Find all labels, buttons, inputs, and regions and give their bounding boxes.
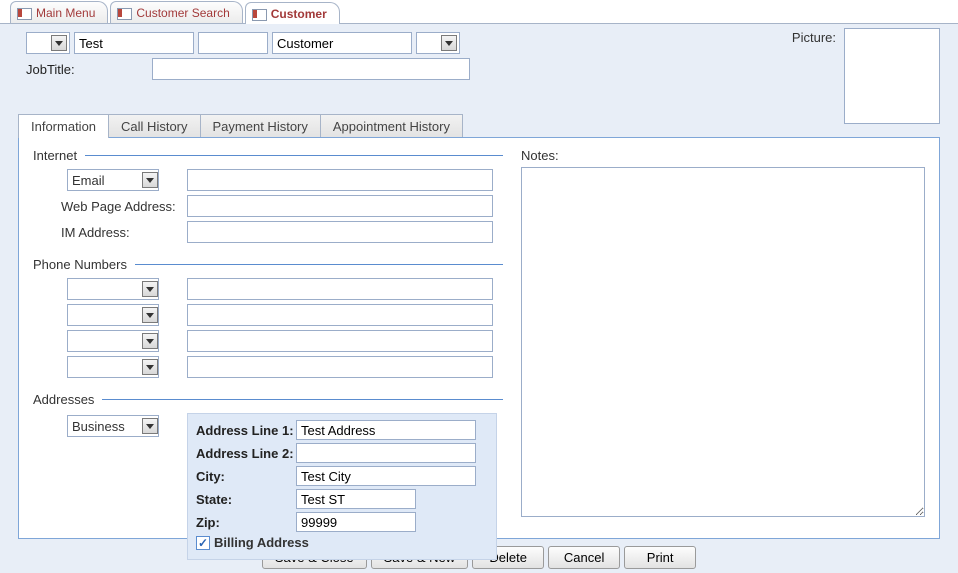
section-line — [85, 155, 503, 156]
window-tab-label: Customer — [271, 7, 327, 21]
section-line — [135, 264, 503, 265]
last-name-input[interactable] — [272, 32, 412, 54]
addresses-section-header: Addresses — [33, 392, 503, 407]
cancel-button[interactable]: Cancel — [548, 546, 620, 569]
im-label: IM Address: — [33, 225, 187, 240]
phone-type-dropdown-0[interactable] — [67, 278, 159, 300]
dropdown-arrow-icon — [142, 418, 158, 434]
suffix-dropdown[interactable] — [416, 32, 460, 54]
dropdown-arrow-icon — [142, 281, 158, 297]
tab-information[interactable]: Information — [18, 114, 109, 138]
webpage-input[interactable] — [187, 195, 493, 217]
state-input[interactable] — [296, 489, 416, 509]
email-type-dropdown[interactable]: Email — [67, 169, 159, 191]
dropdown-arrow-icon — [142, 359, 158, 375]
window-tab-label: Main Menu — [36, 6, 95, 20]
picture-label: Picture: — [792, 30, 836, 45]
zip-input[interactable] — [296, 512, 416, 532]
phone-type-dropdown-1[interactable] — [67, 304, 159, 326]
form-icon — [17, 7, 31, 19]
tab-call-history[interactable]: Call History — [108, 114, 200, 138]
phone-number-input-3[interactable] — [187, 356, 493, 378]
picture-box[interactable] — [844, 28, 940, 124]
customer-form: JobTitle: Picture: Information Call Hist… — [0, 24, 958, 573]
dropdown-arrow-icon — [51, 35, 67, 51]
detail-tabcontrol: Information Call History Payment History… — [18, 114, 940, 540]
window-tabstrip: Main Menu Customer Search Customer — [0, 0, 958, 24]
phone-section-label: Phone Numbers — [33, 257, 127, 272]
section-line — [102, 399, 503, 400]
address-line2-label: Address Line 2: — [196, 446, 296, 461]
phone-type-dropdown-3[interactable] — [67, 356, 159, 378]
address-line2-input[interactable] — [296, 443, 476, 463]
tab-page-information: Internet Email Web Page Address: IM — [18, 137, 940, 539]
billing-address-checkbox[interactable] — [196, 536, 210, 550]
notes-textarea[interactable] — [521, 167, 925, 517]
phone-section-header: Phone Numbers — [33, 257, 503, 272]
notes-label: Notes: — [521, 148, 925, 163]
jobtitle-label: JobTitle: — [26, 62, 144, 77]
billing-address-label: Billing Address — [214, 535, 309, 550]
city-input[interactable] — [296, 466, 476, 486]
phone-type-dropdown-2[interactable] — [67, 330, 159, 352]
window-tab-label: Customer Search — [136, 6, 229, 20]
city-label: City: — [196, 469, 296, 484]
internet-section-label: Internet — [33, 148, 77, 163]
im-input[interactable] — [187, 221, 493, 243]
form-icon — [117, 7, 131, 19]
zip-label: Zip: — [196, 515, 296, 530]
address-type-dropdown[interactable]: Business — [67, 415, 159, 437]
address-line1-input[interactable] — [296, 420, 476, 440]
dropdown-arrow-icon — [142, 172, 158, 188]
state-label: State: — [196, 492, 296, 507]
dropdown-arrow-icon — [441, 35, 457, 51]
tab-appointment-history[interactable]: Appointment History — [320, 114, 463, 138]
phone-number-input-0[interactable] — [187, 278, 493, 300]
window-tab-customer[interactable]: Customer — [245, 2, 340, 24]
phone-number-input-2[interactable] — [187, 330, 493, 352]
window-tab-customer-search[interactable]: Customer Search — [110, 1, 242, 23]
email-type-value: Email — [72, 173, 105, 188]
dropdown-arrow-icon — [142, 333, 158, 349]
dropdown-arrow-icon — [142, 307, 158, 323]
title-dropdown[interactable] — [26, 32, 70, 54]
internet-section-header: Internet — [33, 148, 503, 163]
webpage-label: Web Page Address: — [33, 199, 187, 214]
tab-payment-history[interactable]: Payment History — [200, 114, 321, 138]
addresses-section-label: Addresses — [33, 392, 94, 407]
jobtitle-input[interactable] — [152, 58, 470, 80]
address-detail-panel: Address Line 1: Address Line 2: City: — [187, 413, 497, 560]
address-line1-label: Address Line 1: — [196, 423, 296, 438]
address-type-value: Business — [72, 419, 125, 434]
email-input[interactable] — [187, 169, 493, 191]
phone-number-input-1[interactable] — [187, 304, 493, 326]
middle-name-input[interactable] — [198, 32, 268, 54]
print-button[interactable]: Print — [624, 546, 696, 569]
window-tab-main-menu[interactable]: Main Menu — [10, 1, 108, 23]
form-icon — [252, 8, 266, 20]
first-name-input[interactable] — [74, 32, 194, 54]
